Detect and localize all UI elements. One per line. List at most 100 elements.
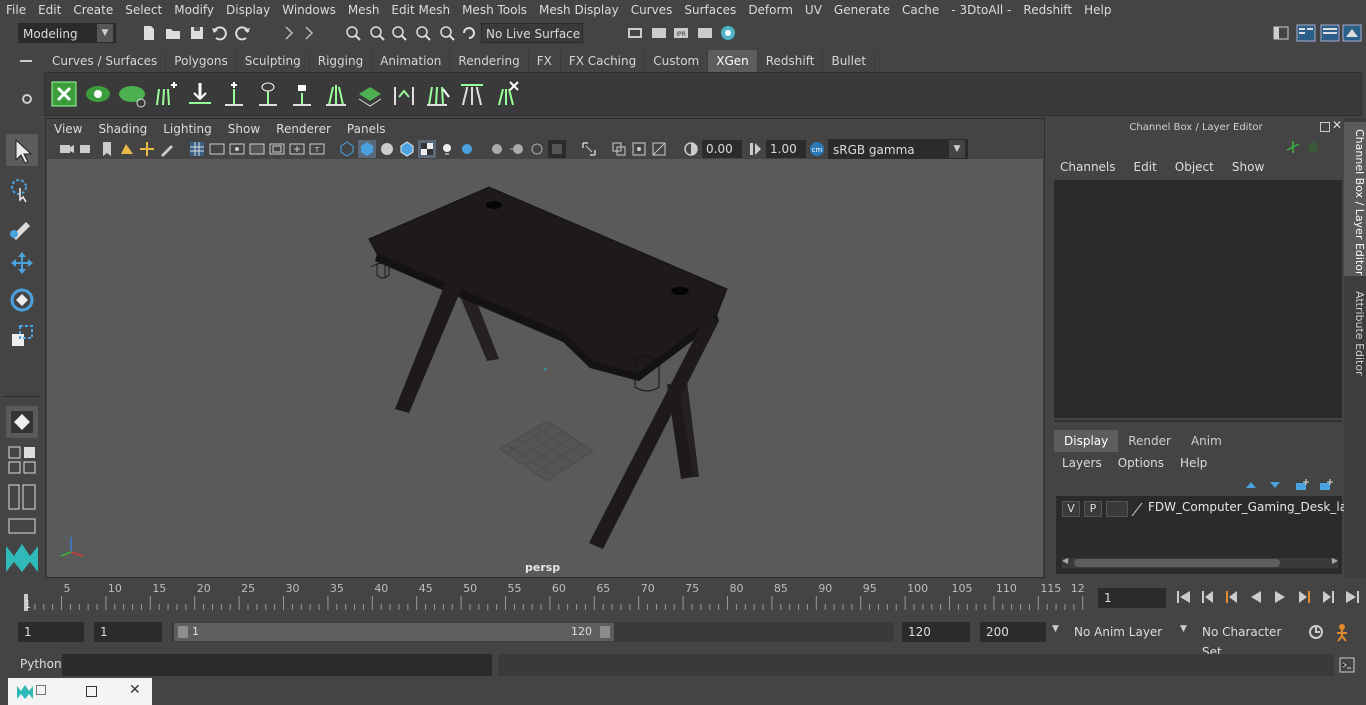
tool-settings-toggle-icon[interactable] xyxy=(1342,23,1362,43)
soft-select-tool[interactable] xyxy=(6,406,38,438)
time-slider[interactable]: 1 5 10 15 20 25 30 35 40 45 50 55 60 65 70 75 80 85 90 95 10… xyxy=(18,580,1092,612)
tab-bullet[interactable]: Bullet xyxy=(823,50,876,72)
float-panel-icon[interactable] xyxy=(1320,122,1330,132)
color-management-icon[interactable]: cm xyxy=(808,140,826,158)
menu-mesh-display[interactable]: Mesh Display xyxy=(533,0,625,20)
tab-render[interactable]: Render xyxy=(1118,430,1181,452)
scroll-left-icon[interactable]: ◀ xyxy=(1062,556,1068,565)
make-live-icon[interactable] xyxy=(460,24,478,42)
xgen-normalize-guides-icon[interactable] xyxy=(457,79,487,109)
current-frame-field[interactable]: 1 xyxy=(1098,588,1166,608)
menu-edit[interactable]: Edit xyxy=(32,0,67,20)
shelf-menu-icon[interactable] xyxy=(20,60,32,62)
menu-modify[interactable]: Modify xyxy=(168,0,220,20)
anti-aliasing-icon[interactable] xyxy=(528,140,546,158)
step-back-key-icon[interactable] xyxy=(1198,587,1218,607)
outliner-layout-icon[interactable] xyxy=(8,484,36,510)
layer-display-type-toggle[interactable] xyxy=(1106,501,1128,517)
rotate-tool[interactable] xyxy=(6,284,38,316)
xray-components-icon[interactable] xyxy=(650,140,668,158)
grid-toggle-icon[interactable] xyxy=(188,140,206,158)
hypershade-icon[interactable] xyxy=(719,24,737,42)
auto-key-icon[interactable] xyxy=(1306,622,1326,642)
motion-blur-icon[interactable] xyxy=(508,140,526,158)
select-tool[interactable] xyxy=(6,134,38,166)
channel-sync-icon[interactable] xyxy=(1304,138,1322,156)
menu-help[interactable]: Help xyxy=(1078,0,1117,20)
tab-polygons[interactable]: Polygons xyxy=(166,50,237,72)
xgen-add-guide-icon[interactable] xyxy=(149,79,179,109)
2d-pan-zoom-icon[interactable] xyxy=(138,140,156,158)
xgen-select-guides-icon[interactable] xyxy=(253,79,283,109)
xgen-create-description-icon[interactable] xyxy=(117,79,147,109)
menu-cache[interactable]: Cache xyxy=(896,0,945,20)
step-back-frame-icon[interactable] xyxy=(1222,587,1242,607)
menu-generate[interactable]: Generate xyxy=(828,0,896,20)
menu-mesh-tools[interactable]: Mesh Tools xyxy=(456,0,533,20)
snap-projected-icon[interactable] xyxy=(414,24,432,42)
color-space-dropdown[interactable]: sRGB gamma ▼ xyxy=(828,139,968,159)
menu-uv[interactable]: UV xyxy=(799,0,828,20)
play-forwards-icon[interactable] xyxy=(1270,587,1290,607)
depth-of-field-icon[interactable] xyxy=(548,140,566,158)
move-layer-up-icon[interactable] xyxy=(1244,478,1258,492)
wireframe-icon[interactable] xyxy=(338,140,356,158)
layer-row[interactable]: V P FDW_Computer_Gaming_Desk_layer xyxy=(1056,496,1366,522)
menu-file[interactable]: File xyxy=(0,0,32,20)
snap-point-icon[interactable] xyxy=(390,24,408,42)
range-slider-track[interactable]: 1 120 xyxy=(172,622,894,642)
snap-grid-icon[interactable] xyxy=(344,24,362,42)
viewport-menu-renderer[interactable]: Renderer xyxy=(268,119,339,139)
scroll-right-icon[interactable]: ▶ xyxy=(1332,556,1338,565)
script-editor-icon[interactable] xyxy=(1338,656,1356,674)
channel-menu-object[interactable]: Object xyxy=(1169,160,1220,174)
animation-preferences-icon[interactable] xyxy=(1334,622,1356,642)
xgen-add-guides-icon[interactable] xyxy=(219,79,249,109)
panel-layout-icon[interactable] xyxy=(1296,23,1316,43)
panel-splitter[interactable] xyxy=(1054,420,1342,422)
single-pane-layout-icon[interactable] xyxy=(8,518,36,534)
exposure-field[interactable]: 0.00 xyxy=(702,140,742,158)
xgen-delete-guides-icon[interactable] xyxy=(491,79,521,109)
render-view-icon[interactable] xyxy=(696,24,714,42)
viewport-menu-show[interactable]: Show xyxy=(220,119,268,139)
gate-mask-icon[interactable] xyxy=(248,140,266,158)
field-chart-icon[interactable] xyxy=(268,140,286,158)
menu-curves[interactable]: Curves xyxy=(625,0,679,20)
gamma-field[interactable]: 1.00 xyxy=(766,140,806,158)
safe-title-icon[interactable]: T xyxy=(308,140,326,158)
snap-curve-icon[interactable] xyxy=(368,24,386,42)
new-layer-selected-icon[interactable] xyxy=(1318,477,1334,493)
workspace-icon[interactable] xyxy=(1272,24,1290,42)
layer-menu-layers[interactable]: Layers xyxy=(1062,456,1102,470)
layer-playback-toggle[interactable]: P xyxy=(1084,501,1102,517)
character-set-dropdown[interactable]: No Character Set xyxy=(1196,622,1300,659)
shelf-settings-gear-icon[interactable] xyxy=(20,92,34,106)
gamma-icon[interactable] xyxy=(746,140,764,158)
channel-menu-edit[interactable]: Edit xyxy=(1128,160,1163,174)
layer-hscrollbar[interactable]: ◀ ▶ xyxy=(1062,556,1338,568)
range-start-grip[interactable] xyxy=(178,626,188,638)
image-plane-icon[interactable] xyxy=(118,140,136,158)
grease-pencil-icon[interactable] xyxy=(158,140,176,158)
tab-fx[interactable]: FX xyxy=(529,50,561,72)
restore-icon[interactable] xyxy=(36,685,46,695)
xgen-sculpt-guide-icon[interactable] xyxy=(185,79,215,109)
wireframe-on-shaded-icon[interactable] xyxy=(398,140,416,158)
layer-hscroll-thumb[interactable] xyxy=(1074,559,1280,567)
chevron-down-icon[interactable]: ▼ xyxy=(1052,624,1059,634)
viewport-menu-panels[interactable]: Panels xyxy=(339,119,394,139)
safe-action-icon[interactable] xyxy=(288,140,306,158)
menu-deform[interactable]: Deform xyxy=(742,0,799,20)
tab-custom[interactable]: Custom xyxy=(645,50,709,72)
scene-end-field[interactable]: 200 xyxy=(980,622,1046,642)
playback-start-field[interactable]: 1 xyxy=(94,622,162,642)
xgen-editor-icon[interactable] xyxy=(49,79,79,109)
mode-dropdown[interactable]: Modeling ▼ xyxy=(18,23,116,43)
tab-rigging[interactable]: Rigging xyxy=(310,50,373,72)
go-to-start-icon[interactable] xyxy=(1174,587,1194,607)
lasso-tool[interactable] xyxy=(6,174,38,206)
menu-redshift[interactable]: Redshift xyxy=(1017,0,1078,20)
ipr-render-icon[interactable]: IPR xyxy=(672,24,690,42)
go-to-end-icon[interactable] xyxy=(1342,587,1362,607)
